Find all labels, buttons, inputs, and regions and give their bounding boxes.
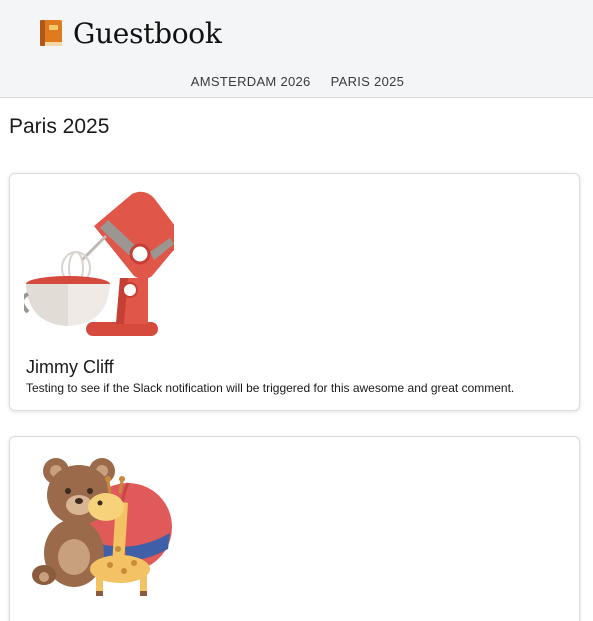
brand[interactable]: Guestbook bbox=[38, 15, 222, 51]
entry-author-name: Jimmy Cliff bbox=[26, 357, 114, 377]
event-nav: AMSTERDAM 2026 PARIS 2025 bbox=[0, 74, 593, 92]
stand-mixer-image bbox=[20, 190, 180, 340]
page-title: Paris 2025 bbox=[9, 115, 110, 138]
nav-link-amsterdam-2026[interactable]: AMSTERDAM 2026 bbox=[191, 74, 311, 92]
nav-link-paris-2025[interactable]: PARIS 2025 bbox=[331, 74, 405, 92]
book-icon bbox=[38, 18, 64, 48]
guestbook-entry-card: Jimmy Cliff Testing to see if the Slack … bbox=[9, 173, 580, 411]
teddy-bear-giraffe-image bbox=[24, 453, 174, 603]
site-title: Guestbook bbox=[73, 16, 222, 50]
guestbook-entry-card bbox=[9, 436, 580, 621]
site-header: Guestbook AMSTERDAM 2026 PARIS 2025 bbox=[0, 0, 593, 98]
entry-comment: Testing to see if the Slack notification… bbox=[26, 381, 515, 395]
